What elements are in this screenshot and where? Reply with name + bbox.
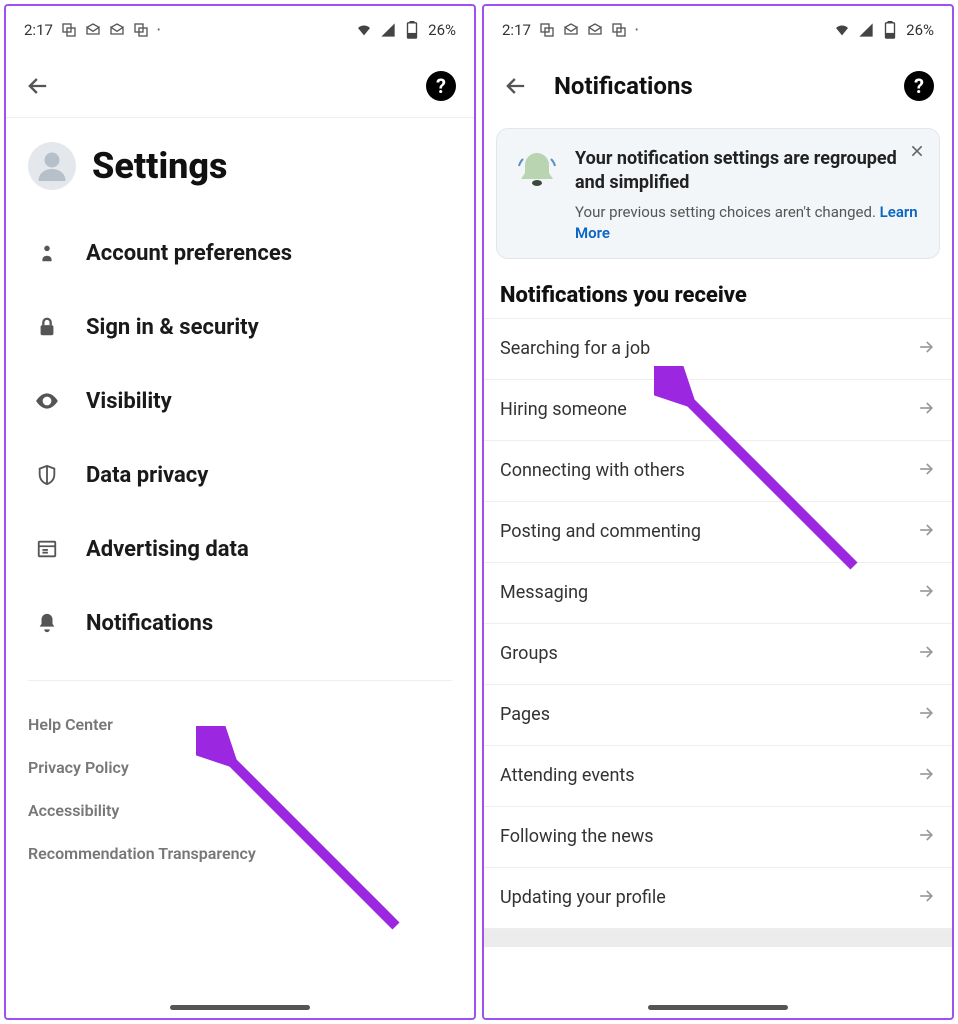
app-bar: Notifications ? — [484, 54, 952, 118]
status-icon — [133, 22, 149, 38]
avatar — [28, 142, 76, 190]
chevron-right-icon — [916, 764, 936, 788]
back-button[interactable] — [24, 72, 52, 100]
settings-list: Account preferences Sign in & security V… — [6, 208, 474, 668]
chevron-right-icon — [916, 459, 936, 483]
screen-notifications: 2:17 • 26% Notifications ? — [482, 4, 954, 1020]
notif-groups[interactable]: Groups — [484, 624, 952, 685]
list-item-label: Following the news — [500, 826, 654, 847]
status-time: 2:17 — [24, 21, 53, 39]
status-icon — [539, 22, 555, 38]
mail-icon — [109, 22, 125, 38]
home-indicator — [648, 1005, 788, 1010]
status-battery: 26% — [428, 21, 456, 39]
help-button[interactable]: ? — [904, 71, 934, 101]
settings-data-privacy[interactable]: Data privacy — [6, 438, 474, 512]
status-bar: 2:17 • 26% — [484, 6, 952, 54]
info-banner: Your notification settings are regrouped… — [496, 128, 940, 259]
settings-item-label: Data privacy — [86, 463, 208, 488]
mail-icon — [85, 22, 101, 38]
settings-item-label: Visibility — [86, 389, 172, 414]
mail-icon — [563, 22, 579, 38]
settings-account-preferences[interactable]: Account preferences — [6, 216, 474, 290]
chevron-right-icon — [916, 703, 936, 727]
status-battery: 26% — [906, 21, 934, 39]
page-title: Notifications — [554, 72, 880, 100]
chevron-right-icon — [916, 581, 936, 605]
notif-connecting-with-others[interactable]: Connecting with others — [484, 441, 952, 502]
section-divider — [484, 929, 952, 947]
bell-icon — [34, 610, 60, 636]
status-time: 2:17 — [502, 21, 531, 39]
chevron-right-icon — [916, 337, 936, 361]
mail-icon — [587, 22, 603, 38]
footer-privacy-policy[interactable]: Privacy Policy — [28, 746, 452, 789]
list-item-label: Groups — [500, 643, 558, 664]
section-title: Notifications you receive — [484, 269, 952, 318]
notif-messaging[interactable]: Messaging — [484, 563, 952, 624]
status-dot: • — [635, 25, 638, 36]
status-bar: 2:17 • 26% — [6, 6, 474, 54]
settings-visibility[interactable]: Visibility — [6, 364, 474, 438]
banner-body: Your previous setting choices aren't cha… — [575, 202, 923, 244]
list-item-label: Updating your profile — [500, 887, 666, 908]
chevron-right-icon — [916, 886, 936, 910]
notification-categories: Searching for a job Hiring someone Conne… — [484, 318, 952, 929]
list-item-label: Messaging — [500, 582, 588, 603]
chevron-right-icon — [916, 520, 936, 544]
list-item-label: Connecting with others — [500, 460, 685, 481]
footer-accessibility[interactable]: Accessibility — [28, 789, 452, 832]
battery-icon — [882, 22, 898, 38]
notif-attending-events[interactable]: Attending events — [484, 746, 952, 807]
back-button[interactable] — [502, 72, 530, 100]
chevron-right-icon — [916, 398, 936, 422]
signal-icon — [380, 22, 396, 38]
bell-illustration-icon — [513, 147, 561, 244]
status-icon — [611, 22, 627, 38]
footer-links: Help Center Privacy Policy Accessibility… — [28, 680, 452, 875]
news-icon — [34, 536, 60, 562]
list-item-label: Posting and commenting — [500, 521, 701, 542]
notif-following-the-news[interactable]: Following the news — [484, 807, 952, 868]
notif-pages[interactable]: Pages — [484, 685, 952, 746]
list-item-label: Pages — [500, 704, 550, 725]
eye-icon — [34, 388, 60, 414]
settings-notifications[interactable]: Notifications — [6, 586, 474, 660]
home-indicator — [170, 1005, 310, 1010]
page-title: Settings — [92, 145, 228, 187]
help-button[interactable]: ? — [426, 71, 456, 101]
banner-title: Your notification settings are regrouped… — [575, 147, 923, 196]
settings-item-label: Notifications — [86, 611, 213, 636]
footer-recommendation-transparency[interactable]: Recommendation Transparency — [28, 832, 452, 875]
wifi-icon — [356, 22, 372, 38]
notif-posting-and-commenting[interactable]: Posting and commenting — [484, 502, 952, 563]
battery-icon — [404, 22, 420, 38]
list-item-label: Searching for a job — [500, 338, 650, 359]
settings-advertising-data[interactable]: Advertising data — [6, 512, 474, 586]
notif-hiring-someone[interactable]: Hiring someone — [484, 380, 952, 441]
screen-settings: 2:17 • 26% ? Settings Account — [4, 4, 476, 1020]
person-icon — [34, 240, 60, 266]
settings-sign-in-security[interactable]: Sign in & security — [6, 290, 474, 364]
page-heading: Settings — [6, 118, 474, 208]
status-dot: • — [157, 25, 160, 36]
notif-searching-for-a-job[interactable]: Searching for a job — [484, 318, 952, 380]
close-button[interactable] — [909, 143, 925, 164]
signal-icon — [858, 22, 874, 38]
shield-icon — [34, 462, 60, 488]
list-item-label: Hiring someone — [500, 399, 627, 420]
lock-icon — [34, 314, 60, 340]
settings-item-label: Sign in & security — [86, 315, 259, 340]
footer-help-center[interactable]: Help Center — [28, 703, 452, 746]
wifi-icon — [834, 22, 850, 38]
chevron-right-icon — [916, 642, 936, 666]
status-icon — [61, 22, 77, 38]
chevron-right-icon — [916, 825, 936, 849]
notif-updating-your-profile[interactable]: Updating your profile — [484, 868, 952, 929]
settings-item-label: Advertising data — [86, 537, 249, 562]
settings-item-label: Account preferences — [86, 241, 292, 266]
app-bar: ? — [6, 54, 474, 118]
list-item-label: Attending events — [500, 765, 635, 786]
